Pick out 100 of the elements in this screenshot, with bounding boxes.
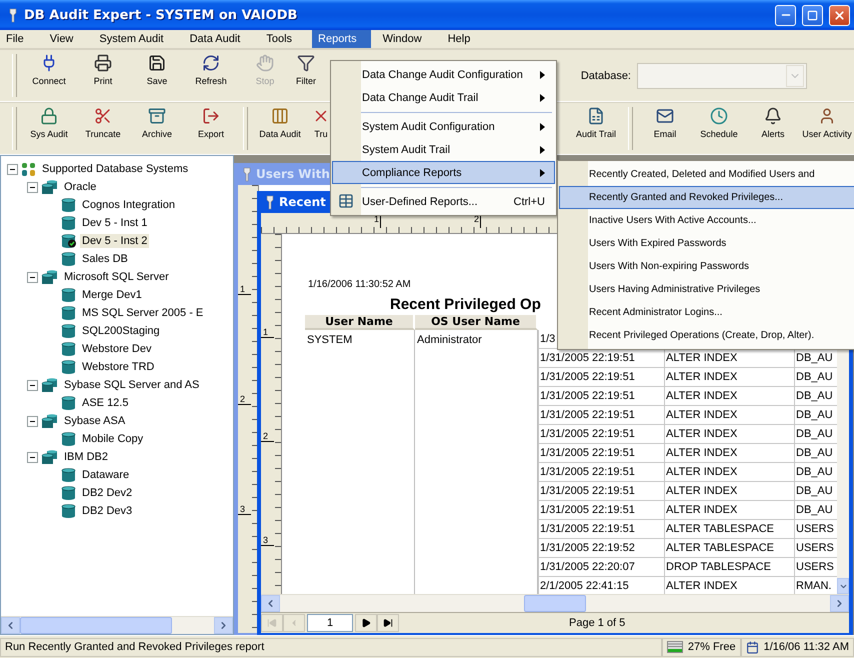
tree-item[interactable]: Dev 5 - Inst 1: [80, 216, 150, 230]
tree-item[interactable]: Microsoft SQL Server: [62, 270, 171, 284]
tree-item[interactable]: Supported Database Systems: [40, 162, 190, 176]
tree-item[interactable]: ASE 12.5: [80, 396, 130, 410]
toolbar-button[interactable]: Refresh: [184, 50, 238, 101]
toolbar-button[interactable]: User Activity: [800, 103, 854, 154]
table-cell: ALTER INDEX: [664, 387, 794, 405]
toolbar-button[interactable]: Archive: [130, 103, 184, 154]
table-cell: 1/31/2005 22:20:07: [538, 558, 664, 576]
table-cell: ALTER INDEX: [664, 501, 794, 519]
menu-item[interactable]: Data Change Audit Trail: [332, 86, 555, 109]
menu-item[interactable]: Recently Granted and Revoked Privileges...: [559, 186, 854, 209]
maximize-button[interactable]: [802, 4, 823, 26]
menu-item[interactable]: Users Having Administrative Privileges: [559, 278, 854, 301]
toolbar-button[interactable]: Email: [638, 103, 692, 154]
menu-item[interactable]: Window: [376, 30, 436, 48]
menu-item[interactable]: Data Change Audit Configuration: [332, 63, 555, 86]
menu-item[interactable]: Reports: [312, 30, 371, 48]
report-title: Recent Privileged Op: [390, 296, 541, 313]
collapse-toggle[interactable]: [27, 452, 38, 462]
menu-item[interactable]: Compliance Reports: [332, 161, 555, 184]
scroll-thumb[interactable]: [20, 617, 172, 634]
tree-item[interactable]: Sales DB: [80, 252, 130, 266]
toolbar-button[interactable]: Filter: [292, 50, 320, 101]
menu-item[interactable]: Inactive Users With Active Accounts...: [559, 209, 854, 232]
menu-item[interactable]: Help: [442, 30, 484, 48]
database-icon: [61, 504, 77, 518]
menu-item[interactable]: Recently Created, Deleted and Modified Users and: [559, 163, 854, 186]
tree-item[interactable]: Dev 5 - Inst 2: [80, 234, 150, 248]
tree-item[interactable]: Cognos Integration: [80, 198, 177, 212]
refresh-icon: [202, 54, 220, 72]
menu-item[interactable]: Data Audit: [184, 30, 254, 48]
tree-item[interactable]: DB2 Dev2: [80, 486, 134, 500]
collapse-toggle[interactable]: [27, 182, 38, 192]
table-cell: ALTER INDEX: [664, 425, 794, 443]
close-button[interactable]: [829, 4, 850, 26]
collapse-toggle[interactable]: [27, 272, 38, 282]
menu-item[interactable]: System Audit: [93, 30, 178, 48]
table-cell: DROP TABLESPACE: [664, 558, 794, 576]
tree-item[interactable]: Webstore Dev: [80, 342, 154, 356]
toolbar-button[interactable]: Sys Audit: [22, 103, 76, 154]
close-icon: [833, 8, 846, 22]
tree-item[interactable]: SQL200Staging: [80, 324, 162, 338]
app-icon: [242, 166, 252, 182]
toolbar-button[interactable]: Tru: [307, 103, 335, 154]
minimize-button[interactable]: [775, 4, 796, 26]
window-title: Recent: [279, 195, 326, 209]
tree-item[interactable]: Sybase SQL Server and AS: [62, 378, 202, 392]
menu-item[interactable]: Users With Non-expiring Passwords: [559, 255, 854, 278]
menu-item[interactable]: Users With Expired Passwords: [559, 232, 854, 255]
memory-bar-icon: [666, 641, 683, 653]
tree-item[interactable]: MS SQL Server 2005 - E: [80, 306, 206, 320]
tree-item[interactable]: IBM DB2: [62, 450, 110, 464]
report-timestamp: 1/16/2006 11:30:52 AM: [307, 278, 411, 290]
toolbar-button[interactable]: Export: [184, 103, 238, 154]
toolbar-button[interactable]: Alerts: [746, 103, 800, 154]
collapse-toggle[interactable]: [27, 380, 38, 390]
tree-item[interactable]: Mobile Copy: [80, 432, 146, 446]
tree-item[interactable]: Webstore TRD: [80, 360, 156, 374]
collapse-toggle[interactable]: [27, 416, 38, 426]
toolbar-button[interactable]: Connect: [22, 50, 76, 101]
menu-item[interactable]: View: [44, 30, 88, 48]
menu-item[interactable]: Tools: [260, 30, 306, 48]
window-title: DB Audit Expert - SYSTEM on VAIODB: [24, 8, 298, 22]
tree-item[interactable]: Merge Dev1: [80, 288, 144, 302]
toolbar-button[interactable]: Data Audit: [253, 103, 307, 154]
tree-item[interactable]: DB2 Dev3: [80, 504, 134, 518]
tree-item[interactable]: Dataware: [80, 468, 132, 482]
menu-item[interactable]: User-Defined Reports... Ctrl+U: [332, 190, 555, 213]
submenu-arrow-icon: [540, 146, 545, 154]
toolbar-button[interactable]: Save: [130, 50, 184, 101]
archive-icon: [148, 107, 166, 125]
tree-item[interactable]: Sybase ASA: [62, 414, 128, 428]
nav-button[interactable]: [377, 614, 399, 632]
toolbar-button[interactable]: Audit Trail: [569, 103, 623, 154]
database-icon: [61, 306, 77, 320]
database-icon: [61, 252, 77, 266]
menu-item[interactable]: File: [0, 30, 38, 48]
scroll-thumb[interactable]: [524, 595, 586, 612]
database-icon: [61, 324, 77, 338]
toolbar-button[interactable]: Schedule: [692, 103, 746, 154]
window-title: Users With: [256, 167, 330, 181]
column-header: User Name: [305, 315, 415, 330]
horizontal-scrollbar[interactable]: [1, 616, 233, 634]
database-group-icon: [41, 180, 59, 194]
tree-item[interactable]: Oracle: [62, 180, 98, 194]
toolbar-button[interactable]: Print: [76, 50, 130, 101]
table-cell: ALTER INDEX: [664, 368, 794, 386]
nav-button[interactable]: [355, 614, 377, 632]
horizontal-scrollbar[interactable]: [261, 594, 849, 612]
table-cell: 1/31/2005 22:19:51: [538, 368, 664, 386]
lock-icon: [40, 107, 58, 125]
table-cell: ALTER INDEX: [664, 444, 794, 462]
menu-item[interactable]: System Audit Configuration: [332, 115, 555, 138]
page-field[interactable]: 1: [307, 614, 353, 632]
menu-item[interactable]: Recent Administrator Logins...: [559, 301, 854, 324]
collapse-toggle[interactable]: [7, 164, 18, 174]
maximize-icon: [807, 10, 818, 20]
menu-item[interactable]: System Audit Trail: [332, 138, 555, 161]
toolbar-button[interactable]: Truncate: [76, 103, 130, 154]
